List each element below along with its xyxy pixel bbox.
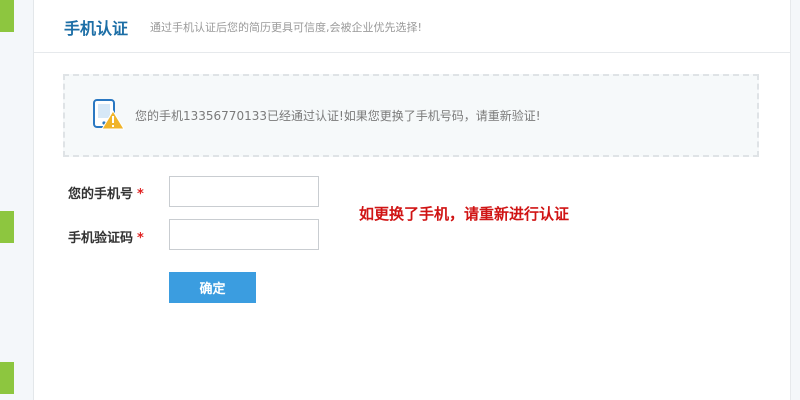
right-edge-panel — [790, 0, 800, 400]
phone-warning-icon — [91, 98, 125, 132]
notice-text: 您的手机13356770133已经通过认证!如果您更换了手机号码，请重新验证! — [135, 109, 541, 123]
required-marker: * — [137, 187, 144, 202]
page-title: 手机认证 — [64, 19, 129, 38]
confirm-button[interactable]: 确定 — [169, 272, 256, 303]
page-subtitle: 通过手机认证后您的简历更具可信度,会被企业优先选择! — [150, 21, 422, 34]
code-field-label: 手机验证码 * — [68, 227, 158, 246]
sidebar-tab-marker[interactable] — [0, 0, 14, 32]
reverify-hint: 如更换了手机，请重新进行认证 — [359, 205, 570, 223]
left-sidebar-rail — [0, 0, 34, 400]
phone-field-label: 您的手机号 * — [68, 183, 158, 202]
sidebar-tab-marker[interactable] — [0, 211, 14, 243]
phone-number-input[interactable] — [169, 176, 319, 207]
sidebar-tab-marker[interactable] — [0, 362, 14, 394]
code-label-text: 手机验证码 — [68, 231, 134, 246]
phone-label-text: 您的手机号 — [68, 187, 134, 202]
page-header: 手机认证 通过手机认证后您的简历更具可信度,会被企业优先选择! — [34, 0, 790, 53]
verification-code-input[interactable] — [169, 219, 319, 250]
verified-notice: 您的手机13356770133已经通过认证!如果您更换了手机号码，请重新验证! — [63, 74, 759, 157]
required-marker: * — [137, 231, 144, 246]
